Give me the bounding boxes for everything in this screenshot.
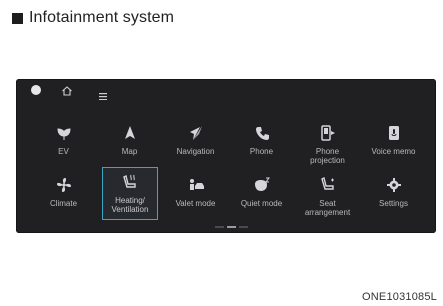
app-valet-mode[interactable]: Valet mode [168,171,223,219]
app-voice-memo-label: Voice memo [371,147,416,156]
leaf-icon [54,123,74,143]
seat-icon [318,175,338,195]
valet-icon [186,175,206,195]
infotainment-screen: EV Map Navigation Phone Phone projection [16,79,436,233]
page-dot [215,226,224,228]
app-settings[interactable]: Settings [366,171,421,219]
app-climate-label: Climate [49,199,78,208]
phone-projection-icon [318,123,338,143]
section-title: Infotainment system [29,9,175,26]
app-navigation[interactable]: Navigation [168,119,223,167]
app-heating-ventilation-label: Heating/ Ventilation [111,196,149,214]
app-phone-label: Phone [249,147,274,156]
app-quiet-mode[interactable]: Quiet mode [234,171,289,219]
app-seat-arrangement[interactable]: Seat arrangement [300,171,355,219]
voice-memo-icon [384,123,404,143]
app-climate[interactable]: Climate [36,171,91,219]
page-dot-active [227,226,236,228]
app-heating-ventilation[interactable]: Heating/ Ventilation [102,167,158,220]
square-bullet-icon [12,12,23,24]
page-indicator[interactable] [215,226,248,228]
figure-code: ONE1031085L [362,291,437,303]
app-quiet-mode-label: Quiet mode [240,199,283,208]
app-phone-projection-label: Phone projection [310,147,345,165]
app-seat-arrangement-label: Seat arrangement [304,199,351,217]
navigation-arrow-icon [120,123,140,143]
app-map-label: Map [121,147,138,156]
app-map[interactable]: Map [102,119,157,167]
phone-icon [252,123,272,143]
app-navigation-label: Navigation [176,147,215,156]
app-phone-projection[interactable]: Phone projection [300,119,355,167]
app-grid: EV Map Navigation Phone Phone projection [16,79,436,233]
heated-seat-icon [120,172,140,192]
section-heading: Infotainment system [12,9,174,27]
page-dot [239,226,248,228]
app-ev-label: EV [58,147,69,156]
compass-icon [186,123,206,143]
gear-icon [384,175,404,195]
app-voice-memo[interactable]: Voice memo [366,119,421,167]
quiet-mode-icon [252,175,272,195]
app-phone[interactable]: Phone [234,119,289,167]
app-settings-label: Settings [379,199,408,208]
app-ev[interactable]: EV [36,119,91,167]
app-valet-mode-label: Valet mode [175,199,216,208]
fan-icon [54,175,74,195]
